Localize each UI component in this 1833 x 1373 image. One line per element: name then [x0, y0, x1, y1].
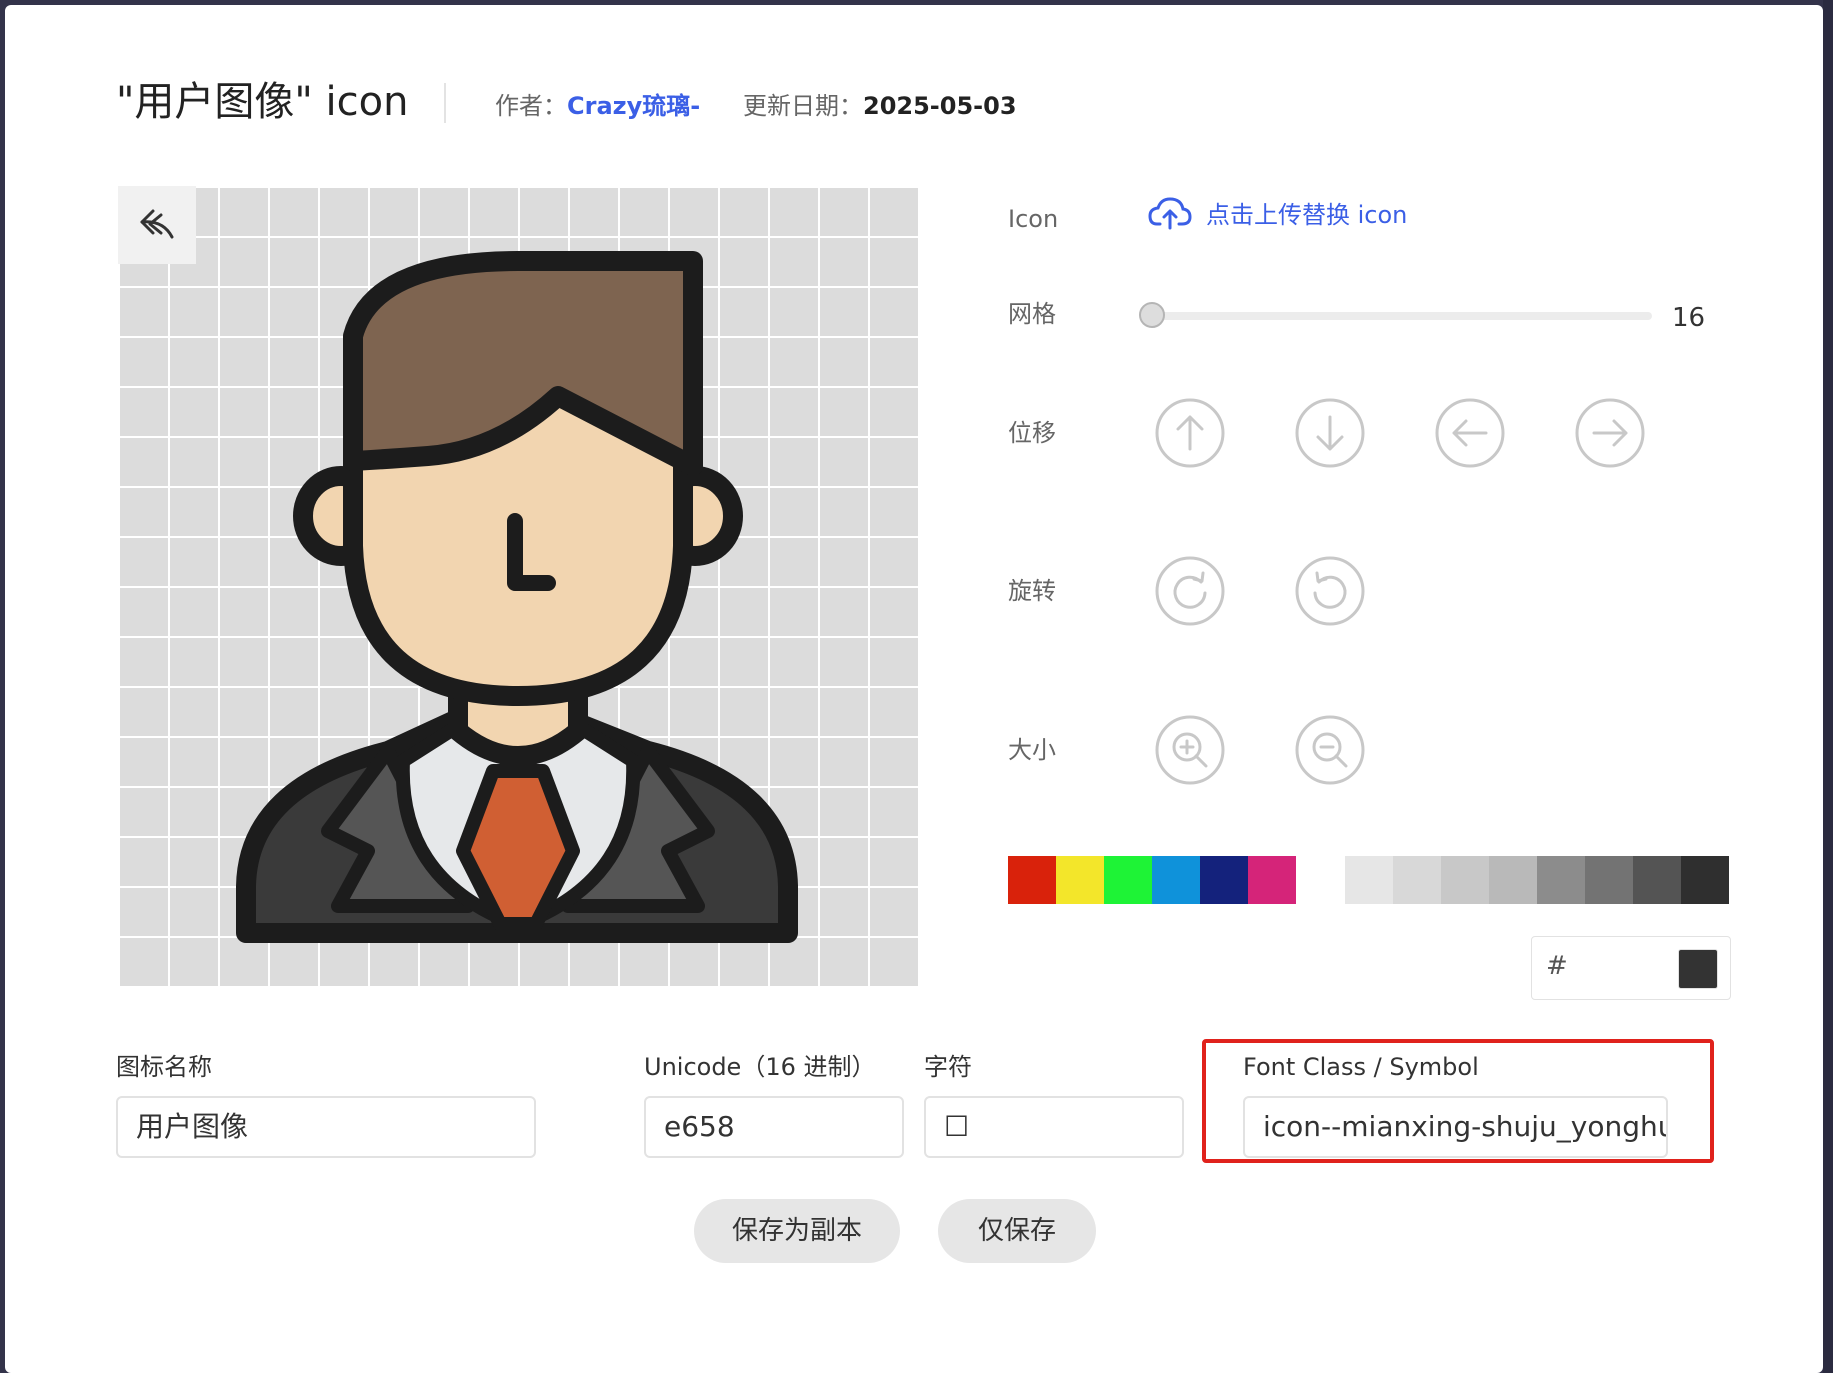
upload-text: 点击上传替换 icon	[1206, 201, 1408, 229]
window-edge	[1823, 0, 1833, 1373]
color-swatches	[1008, 856, 1296, 904]
rotate-counterclockwise-button[interactable]	[1294, 555, 1366, 627]
rotate-clockwise-icon	[1155, 556, 1225, 626]
move-right-button[interactable]	[1574, 397, 1646, 469]
swatch-gray-7[interactable]	[1633, 856, 1681, 904]
char-label: 字符	[924, 1053, 972, 1081]
move-down-button[interactable]	[1294, 397, 1366, 469]
grid-value: 16	[1672, 303, 1706, 333]
char-input[interactable]: ☐	[924, 1096, 1184, 1158]
swatch-gray-3[interactable]	[1441, 856, 1489, 904]
save-only-button[interactable]: 仅保存	[938, 1199, 1096, 1263]
move-left-button[interactable]	[1434, 397, 1506, 469]
header-divider	[444, 83, 446, 123]
arrow-up-icon	[1155, 398, 1225, 468]
zoom-out-button[interactable]	[1294, 714, 1366, 786]
author-label: 作者：	[495, 92, 567, 120]
rotate-clockwise-button[interactable]	[1154, 555, 1226, 627]
swatch-gray-2[interactable]	[1393, 856, 1441, 904]
move-label: 位移	[1008, 419, 1056, 447]
font-class-highlight-box	[1202, 1039, 1714, 1163]
page-title: "用户图像" icon	[116, 79, 409, 125]
icon-label: Icon	[1008, 205, 1059, 233]
undo-arrow-icon	[140, 209, 174, 239]
swatch-navy[interactable]	[1200, 856, 1248, 904]
icon-name-label: 图标名称	[116, 1053, 212, 1081]
date-value: 2025-05-03	[863, 92, 1017, 120]
cloud-upload-icon	[1148, 196, 1192, 229]
zoom-in-icon	[1155, 715, 1225, 785]
unicode-input[interactable]: e658	[644, 1096, 904, 1158]
undo-button[interactable]	[118, 186, 196, 264]
hex-prefix: #	[1546, 951, 1568, 981]
swatch-gray-6[interactable]	[1585, 856, 1633, 904]
grid-slider-handle[interactable]	[1139, 302, 1165, 328]
swatch-gray-4[interactable]	[1489, 856, 1537, 904]
date-meta: 更新日期：2025-05-03	[743, 89, 1017, 123]
arrow-down-icon	[1295, 398, 1365, 468]
swatch-magenta[interactable]	[1248, 856, 1296, 904]
icon-canvas[interactable]	[118, 186, 918, 986]
swatch-gray-8[interactable]	[1681, 856, 1729, 904]
hex-color-input[interactable]: #	[1531, 936, 1731, 1000]
icon-edit-dialog: "用户图像" icon 作者：Crazy琉璃- 更新日期：2025-05-03	[5, 5, 1823, 1373]
upload-icon-button[interactable]: 点击上传替换 icon	[1148, 195, 1407, 230]
arrow-left-icon	[1435, 398, 1505, 468]
rotate-label: 旋转	[1008, 577, 1056, 605]
user-avatar-icon-preview	[236, 251, 798, 943]
icon-name-input[interactable]: 用户图像	[116, 1096, 536, 1158]
swatch-gray-1[interactable]	[1345, 856, 1393, 904]
swatch-green[interactable]	[1104, 856, 1152, 904]
move-up-button[interactable]	[1154, 397, 1226, 469]
author-link[interactable]: Crazy琉璃-	[567, 92, 700, 120]
swatch-blue[interactable]	[1152, 856, 1200, 904]
zoom-in-button[interactable]	[1154, 714, 1226, 786]
author-meta: 作者：Crazy琉璃-	[495, 89, 700, 123]
grid-slider-track[interactable]	[1145, 312, 1652, 320]
swatch-red[interactable]	[1008, 856, 1056, 904]
save-as-copy-button[interactable]: 保存为副本	[694, 1199, 900, 1263]
color-preview[interactable]	[1678, 949, 1718, 989]
rotate-counterclockwise-icon	[1295, 556, 1365, 626]
arrow-right-icon	[1575, 398, 1645, 468]
swatch-gray-5[interactable]	[1537, 856, 1585, 904]
unicode-label: Unicode（16 进制）	[644, 1053, 876, 1081]
swatch-yellow[interactable]	[1056, 856, 1104, 904]
date-label: 更新日期：	[743, 92, 863, 120]
grid-label: 网格	[1008, 300, 1056, 328]
size-label: 大小	[1008, 736, 1056, 764]
zoom-out-icon	[1295, 715, 1365, 785]
gray-swatches	[1345, 856, 1729, 904]
